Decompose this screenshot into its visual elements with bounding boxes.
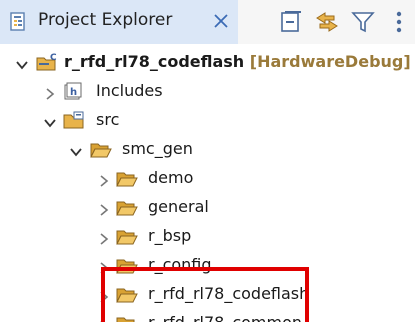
project-name: r_rfd_rl78_codeflash [64,52,245,71]
tree-item-label: src [96,110,120,129]
project-explorer-icon [9,12,29,32]
source-folder-icon [63,110,85,130]
chevron-right-icon[interactable] [98,201,110,216]
chevron-right-icon[interactable] [44,85,56,100]
collapse-all-icon[interactable] [278,9,304,35]
folder-open-icon [90,139,112,159]
filter-icon[interactable] [350,9,376,35]
chevron-right-icon[interactable] [98,172,110,187]
tree-item-folder[interactable]: general [0,193,415,222]
folder-icon [116,197,138,217]
view-menu-icon[interactable] [386,9,412,35]
svg-text:C: C [50,53,57,63]
tree-item-label: smc_gen [122,139,193,158]
chevron-down-icon[interactable] [70,143,82,157]
c-project-icon: C [36,52,58,72]
chevron-down-icon[interactable] [16,56,28,70]
tab-project-explorer[interactable]: Project Explorer [0,0,238,44]
tree-item-src[interactable]: src [0,106,415,135]
includes-icon: h [63,81,85,101]
tree-item-folder[interactable]: demo [0,164,415,193]
tree-item-label: Includes [96,81,163,100]
tree-item-project[interactable]: C r_rfd_rl78_codeflash [HardwareDebug] [0,48,415,77]
tree-item-smc-gen[interactable]: smc_gen [0,135,415,164]
chevron-right-icon[interactable] [98,230,110,245]
view-header: Project Explorer [0,0,415,44]
tree-item-label: r_bsp [148,226,192,245]
close-icon[interactable] [210,10,232,32]
tree-item-includes[interactable]: h Includes [0,77,415,106]
svg-text:h: h [70,87,77,98]
tree-item-label: demo [148,168,194,187]
build-config-decoration: [HardwareDebug] [249,52,411,71]
chevron-down-icon[interactable] [44,114,56,128]
highlight-annotation [101,267,309,322]
tree-item-folder[interactable]: r_bsp [0,222,415,251]
link-with-editor-icon[interactable] [314,9,340,35]
folder-icon [116,226,138,246]
project-explorer-view: Project Explorer C r_rfd_rl78_codeflash … [0,0,415,322]
folder-icon [116,168,138,188]
tree-item-label: general [148,197,209,216]
view-title: Project Explorer [38,10,173,30]
